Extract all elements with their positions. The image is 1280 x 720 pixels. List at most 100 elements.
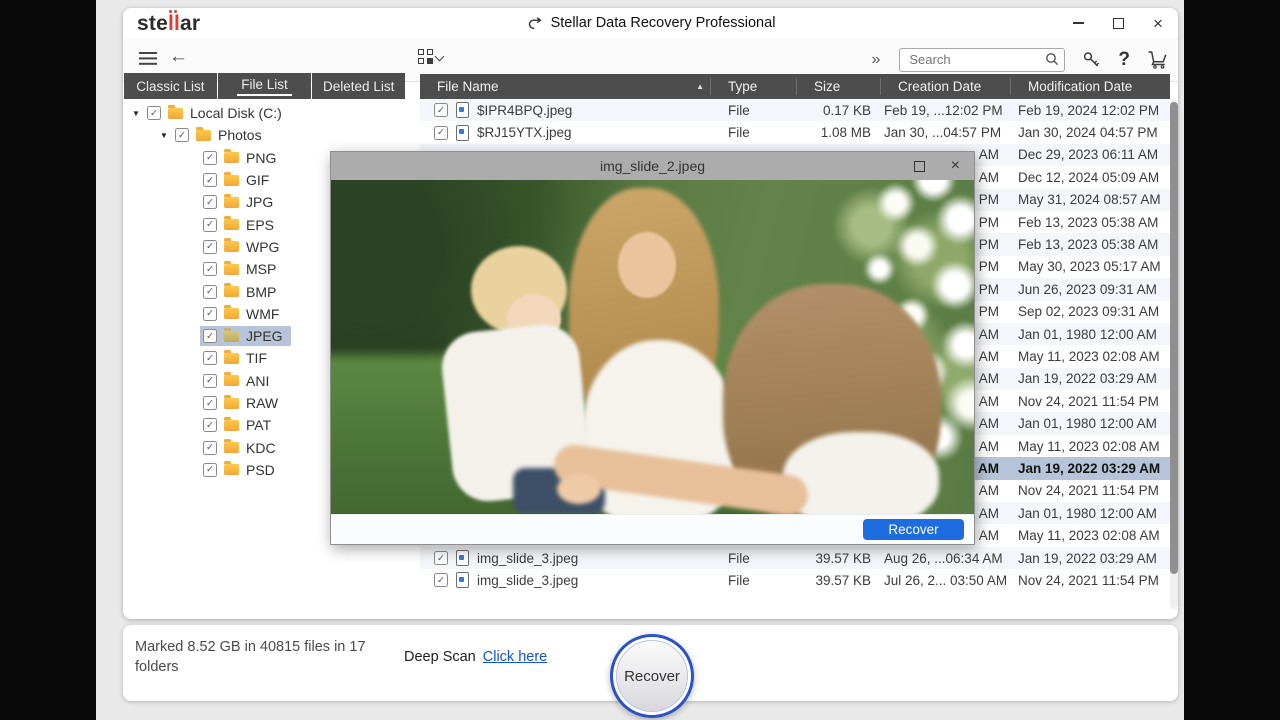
tree-item-label: PAT [246, 417, 271, 433]
expander-icon[interactable]: ▼ [156, 131, 172, 140]
checkbox[interactable]: ✓ [203, 195, 217, 209]
preview-maximize-button[interactable] [914, 161, 925, 172]
tree-item-label: JPEG [246, 328, 283, 344]
table-row[interactable]: ✓$RJ15YTX.jpegFile1.08 MBJan 30, ...04:5… [420, 121, 1170, 143]
tree-item-label: EPS [246, 217, 274, 233]
folder-icon [224, 152, 239, 163]
checkbox[interactable]: ✓ [203, 329, 217, 343]
preview-close-button[interactable]: × [951, 157, 960, 175]
tree-item-body[interactable]: ✓GIF [200, 170, 277, 190]
column-header-creation-date[interactable]: Creation Date [880, 78, 1010, 95]
preview-recover-button[interactable]: Recover [863, 519, 964, 540]
tree-item-body[interactable]: ✓BMP [200, 282, 284, 302]
checkbox[interactable]: ✓ [203, 374, 217, 388]
tree-item-body[interactable]: ✓ JPG [200, 192, 281, 212]
tree-item-body[interactable]: ✓ KDC [200, 438, 284, 458]
title-bar: stellar Stellar Data Recovery Profession… [123, 8, 1178, 38]
checkbox[interactable]: ✓ [203, 151, 217, 165]
view-mode-button[interactable] [418, 49, 443, 64]
checkbox[interactable]: ✓ [203, 285, 217, 299]
tree-item-body[interactable]: ✓ PAT [200, 415, 279, 435]
search-icon [1045, 52, 1059, 66]
cell-modification-date: Dec 29, 2023 06:11 AM [1010, 147, 1168, 162]
column-header-size[interactable]: Size [796, 78, 880, 95]
cell-size: 1.08 MB [796, 125, 880, 140]
folder-icon [224, 286, 239, 297]
checkbox[interactable]: ✓ [203, 441, 217, 455]
maximize-button[interactable] [1110, 15, 1126, 31]
tree-item-label: WPG [246, 239, 279, 255]
column-header-modification-date[interactable]: Modification Date [1010, 78, 1168, 95]
preview-window: img_slide_2.jpeg × Recover [330, 151, 975, 545]
cart-icon[interactable] [1147, 50, 1168, 69]
tab-file-list[interactable]: File List [218, 73, 311, 99]
back-button[interactable]: ← [169, 46, 188, 68]
checkbox[interactable]: ✓ [203, 418, 217, 432]
tree-item-body[interactable]: ✓ EPS [200, 215, 282, 235]
cell-file-name: ✓img_slide_3.jpeg [420, 572, 710, 588]
checkbox[interactable]: ✓ [434, 551, 448, 565]
table-row[interactable]: ✓$IPR4BPQ.jpegFile0.17 KBFeb 19, ...12:0… [420, 99, 1170, 121]
checkbox[interactable]: ✓ [203, 173, 217, 187]
file-name: $RJ15YTX.jpeg [477, 125, 572, 140]
menu-icon[interactable] [139, 52, 157, 65]
deep-scan-link[interactable]: Click here [483, 649, 547, 665]
cell-modification-date: Jan 30, 2024 04:57 PM [1010, 125, 1168, 140]
column-label: Type [711, 79, 757, 94]
scrollbar-thumb[interactable] [1170, 102, 1178, 574]
table-row[interactable]: ✓img_slide_3.jpegFile39.57 KBJul 26, 2..… [420, 569, 1170, 591]
search-input[interactable] [907, 50, 1041, 70]
cell-modification-date: May 11, 2023 02:08 AM [1010, 349, 1168, 364]
preview-title-bar[interactable]: img_slide_2.jpeg × [331, 152, 974, 180]
overflow-chevrons-icon[interactable]: » [871, 51, 880, 69]
tree-item-body[interactable]: ✓ TIF [200, 348, 275, 368]
column-header-file-name[interactable]: File Name▲ [420, 78, 710, 95]
folder-icon [224, 331, 239, 342]
checkbox[interactable]: ✓ [203, 240, 217, 254]
checkbox[interactable]: ✓ [203, 307, 217, 321]
recover-button[interactable]: Recover [610, 634, 694, 718]
tree-item-body[interactable]: ✓ Photos [172, 125, 270, 145]
checkbox[interactable]: ✓ [203, 218, 217, 232]
checkbox[interactable]: ✓ [434, 103, 448, 117]
activation-key-icon[interactable] [1082, 50, 1101, 69]
tree-item-body[interactable]: ✓ANI [200, 371, 277, 391]
folder-icon [224, 420, 239, 431]
tree-item-body[interactable]: ✓Local Disk (C:) [144, 103, 290, 123]
tree-item-body[interactable]: ✓PNG [200, 148, 284, 168]
window-title-group: Stellar Data Recovery Professional [123, 8, 1178, 38]
checkbox[interactable]: ✓ [203, 463, 217, 477]
checkbox[interactable]: ✓ [203, 351, 217, 365]
cell-modification-date: Sep 02, 2023 09:31 AM [1010, 304, 1168, 319]
tree-item-label: KDC [246, 440, 276, 456]
tree-item-body[interactable]: ✓ JPEG [200, 326, 291, 346]
checkbox[interactable]: ✓ [175, 128, 189, 142]
help-icon[interactable]: ? [1118, 49, 1130, 71]
column-header-type[interactable]: Type [710, 78, 796, 95]
minimize-button[interactable] [1070, 15, 1086, 31]
checkbox[interactable]: ✓ [147, 106, 161, 120]
checkbox[interactable]: ✓ [434, 573, 448, 587]
tree-item-label: JPG [246, 194, 273, 210]
tree-item-body[interactable]: ✓ WPG [200, 237, 287, 257]
cell-modification-date: Nov 24, 2021 11:54 PM [1010, 573, 1168, 588]
tree-item-body[interactable]: ✓RAW [200, 393, 286, 413]
tree-item-body[interactable]: ✓MSP [200, 259, 284, 279]
table-scrollbar[interactable] [1170, 99, 1178, 609]
checkbox[interactable]: ✓ [203, 262, 217, 276]
tree-item-body[interactable]: ✓PSD [200, 460, 283, 480]
tree-item-label: Photos [218, 127, 262, 143]
table-row[interactable]: ✓img_slide_3.jpegFile39.57 KBAug 26, ...… [420, 547, 1170, 569]
column-label: Creation Date [881, 79, 981, 94]
tab-deleted-list[interactable]: Deleted List [312, 73, 405, 99]
checkbox[interactable]: ✓ [203, 396, 217, 410]
tab-classic-list[interactable]: Classic List [124, 73, 217, 99]
close-button[interactable]: × [1150, 15, 1166, 31]
expander-icon[interactable]: ▼ [128, 109, 144, 118]
cell-type: File [710, 125, 796, 140]
tree-item-photos[interactable]: ▼✓ Photos [123, 124, 411, 146]
tree-item-body[interactable]: ✓WMF [200, 304, 287, 324]
tree-item-local-disk-c-[interactable]: ▼✓Local Disk (C:) [123, 102, 411, 124]
checkbox[interactable]: ✓ [434, 126, 448, 140]
tree-item-label: TIF [246, 350, 267, 366]
